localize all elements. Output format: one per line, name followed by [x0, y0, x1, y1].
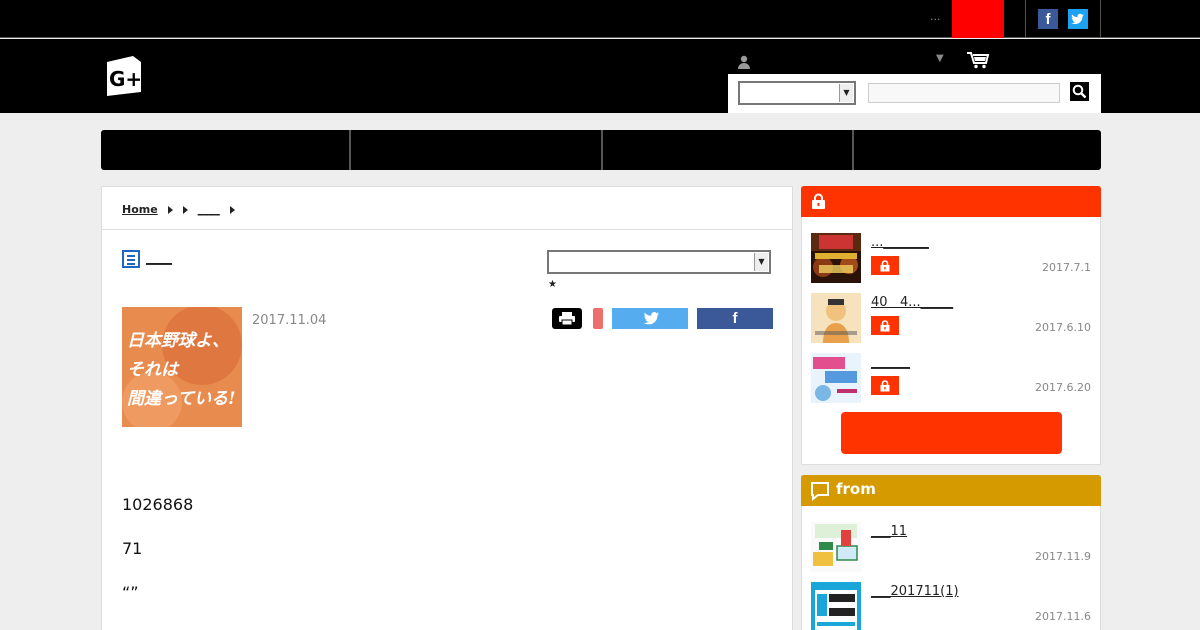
from-header: from	[801, 475, 1101, 506]
speech-bubble-icon	[811, 482, 829, 501]
item-title[interactable]: 40 4..._____	[871, 295, 953, 310]
nav-item-3[interactable]	[603, 130, 852, 170]
twitter-share-button[interactable]	[612, 308, 688, 329]
item-date: 2017.6.10	[1035, 321, 1091, 334]
chevron-down-icon: ▼	[839, 84, 853, 102]
from-box: from ___11 2017.11.9 ___201711(1) 2017.1…	[801, 475, 1101, 630]
search-icon	[1072, 84, 1087, 99]
more-button[interactable]	[841, 412, 1062, 454]
search-button[interactable]	[1070, 82, 1089, 101]
breadcrumb: Home ____	[122, 203, 245, 216]
item-date: 2017.6.20	[1035, 381, 1091, 394]
site-logo[interactable]: G+	[103, 54, 144, 97]
from-title: from	[836, 480, 876, 498]
cart-icon[interactable]	[966, 51, 990, 69]
user-icon[interactable]	[737, 54, 751, 69]
list-item[interactable]: ___201711(1) 2017.11.6	[811, 582, 1091, 630]
item-title[interactable]: ..._______	[871, 235, 929, 250]
article-thumbnail[interactable]: 日本野球よ、 それは 間違っている!	[122, 307, 242, 427]
list-icon	[122, 250, 140, 268]
lock-badge	[871, 256, 899, 275]
twitter-icon[interactable]	[1068, 9, 1088, 29]
list-item[interactable]: 40 4..._____ 2017.6.10	[811, 293, 1091, 343]
nav-item-4[interactable]	[854, 130, 1101, 170]
nav-item-2[interactable]	[351, 130, 601, 170]
search-bar: ▼	[728, 74, 1101, 113]
topbar-dots: ...	[930, 10, 941, 23]
category-title[interactable]: ____	[146, 251, 172, 266]
twitter-icon	[644, 312, 659, 325]
logo-text: G+	[109, 67, 142, 91]
divider	[102, 229, 792, 230]
lock-icon	[880, 320, 890, 332]
thumbnail-text: 日本野球よ、	[127, 331, 229, 351]
article-text: “”	[122, 583, 139, 602]
topbar-red-button[interactable]	[952, 0, 1004, 38]
item-thumbnail	[811, 353, 861, 403]
breadcrumb-home[interactable]: Home	[122, 203, 158, 216]
printer-icon	[559, 312, 575, 326]
chevron-down-icon: ▼	[754, 253, 768, 271]
breadcrumb-item[interactable]: ____	[198, 203, 220, 216]
item-title[interactable]: ___11	[871, 524, 907, 539]
lock-badge	[871, 376, 899, 395]
topbar-divider	[1100, 0, 1101, 38]
item-date: 2017.11.9	[1035, 550, 1091, 563]
article-text: 71	[122, 539, 143, 558]
search-input[interactable]	[868, 83, 1060, 103]
list-item[interactable]: ______ 2017.6.20	[811, 353, 1091, 403]
thumbnail-text: それは	[127, 360, 178, 380]
top-bar: ... f	[0, 0, 1200, 38]
lock-icon	[812, 193, 825, 209]
item-date: 2017.11.6	[1035, 610, 1091, 623]
lock-badge	[871, 316, 899, 335]
item-thumbnail	[811, 293, 861, 343]
main-nav	[101, 130, 1101, 170]
nav-item-1[interactable]	[101, 130, 349, 170]
thumbnail-text: 間違っている!	[127, 389, 236, 409]
lock-icon	[880, 380, 890, 392]
premium-header	[801, 186, 1101, 217]
premium-articles-box: ..._______ 2017.7.1 40 4..._____ 2017.6.…	[801, 186, 1101, 465]
sort-select[interactable]: ▼	[547, 250, 771, 274]
item-thumbnail	[811, 582, 861, 630]
topbar-divider	[1025, 0, 1026, 38]
item-date: 2017.7.1	[1042, 261, 1091, 274]
item-thumbnail	[811, 522, 861, 572]
search-category-select[interactable]: ▼	[738, 81, 856, 105]
list-item[interactable]: ___11 2017.11.9	[811, 522, 1091, 572]
item-thumbnail	[811, 233, 861, 283]
caret-right-icon	[229, 205, 235, 214]
item-title[interactable]: ___201711(1)	[871, 584, 959, 599]
print-button[interactable]	[552, 308, 582, 329]
caret-right-icon	[167, 205, 173, 214]
caret-right-icon	[182, 205, 188, 214]
star-icon: ★	[548, 279, 557, 290]
share-button[interactable]	[593, 308, 603, 329]
item-title[interactable]: ______	[871, 355, 910, 370]
main-content: Home ____ ____ ▼ ★ 日本野球よ、 それは 間違っている! 20…	[101, 186, 793, 630]
lock-icon	[880, 260, 890, 272]
list-item[interactable]: ..._______ 2017.7.1	[811, 233, 1091, 283]
article-text: 1026868	[122, 495, 194, 514]
site-header: G+ ▼ ▼	[0, 39, 1200, 113]
post-date: 2017.11.04	[252, 313, 327, 328]
chevron-down-icon[interactable]: ▼	[936, 53, 944, 64]
facebook-icon[interactable]: f	[1038, 9, 1058, 29]
facebook-share-button[interactable]: f	[697, 308, 773, 329]
